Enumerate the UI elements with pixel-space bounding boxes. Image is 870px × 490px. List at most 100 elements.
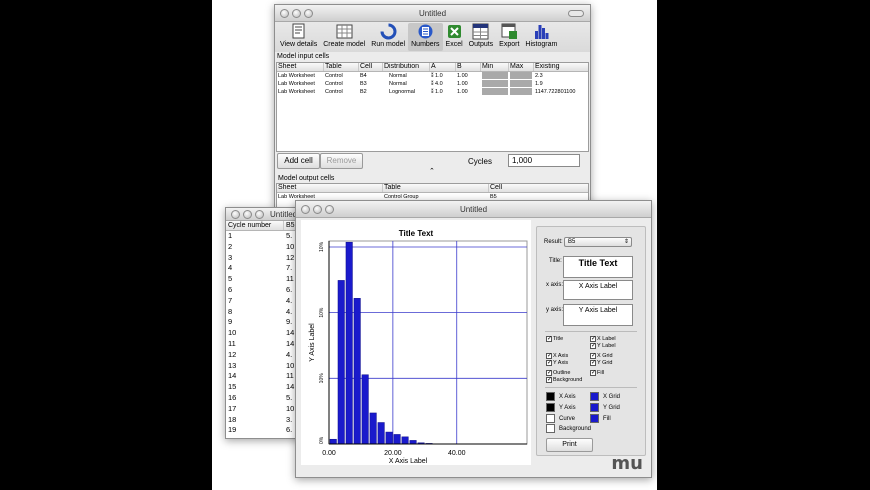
cell-distribution[interactable]: Normal <box>383 80 430 88</box>
ygrid-checkbox[interactable]: ✓ Y Grid <box>590 360 613 366</box>
numbers-button[interactable]: Numbers <box>408 23 443 51</box>
add-cell-button[interactable]: Add cell <box>277 153 320 169</box>
list-item[interactable]: 2 10 <box>226 242 304 253</box>
background-checkbox[interactable]: ✓ Background <box>546 377 582 383</box>
cell-a[interactable]: ⁑ 1.0 <box>430 88 456 96</box>
col-a[interactable]: A <box>430 63 456 71</box>
ylabel-checkbox[interactable]: ✓ Y Label <box>590 343 616 349</box>
col-min[interactable]: Min <box>481 63 509 71</box>
list-item[interactable]: 12 4. <box>226 350 304 361</box>
col-b[interactable]: B <box>456 63 481 71</box>
list-item[interactable]: 17 10 <box>226 404 304 415</box>
yaxis-color-row[interactable]: Y Axis <box>546 403 576 412</box>
export-button[interactable]: Export <box>496 23 522 51</box>
col-cycle-number[interactable]: Cycle number <box>226 221 284 230</box>
col-distribution[interactable]: Distribution <box>383 63 430 71</box>
xgrid-color-row[interactable]: X Grid <box>590 392 620 401</box>
print-button[interactable]: Print <box>546 438 593 452</box>
col-table[interactable]: Table <box>324 63 359 71</box>
fill-color-swatch[interactable] <box>590 414 599 423</box>
xaxis-color-row[interactable]: X Axis <box>546 392 576 401</box>
out-col-cell[interactable]: Cell <box>489 184 588 192</box>
excel-button[interactable]: Excel <box>443 23 466 51</box>
close-window-button[interactable] <box>231 210 240 219</box>
create-model-button[interactable]: Create model <box>320 23 368 51</box>
remove-button[interactable]: Remove <box>320 153 363 169</box>
result-select[interactable]: B5 ⇕ <box>564 237 632 247</box>
outputs-button[interactable]: Outputs <box>466 23 497 51</box>
xaxis-checkbox[interactable]: ✓ X Axis <box>546 353 568 359</box>
yaxis-field[interactable]: Y Axis Label <box>563 304 633 326</box>
input-cells-table[interactable]: Sheet Table Cell Distribution A B Min Ma… <box>276 62 589 152</box>
toolbar-toggle-button[interactable] <box>568 10 584 17</box>
col-sheet[interactable]: Sheet <box>277 63 324 71</box>
check-icon: ✓ <box>546 360 553 366</box>
curve-color-row[interactable]: Curve <box>546 414 575 423</box>
histogram-button[interactable]: Histogram <box>522 23 560 51</box>
table-row[interactable]: Lab Worksheet Control B2 Lognormal ⁑ 1.0… <box>277 88 588 96</box>
splitter-handle-icon[interactable]: ⌃ <box>429 167 435 175</box>
zoom-window-button[interactable] <box>255 210 264 219</box>
title-field[interactable]: Title Text <box>563 256 633 278</box>
list-item[interactable]: 8 4. <box>226 307 304 318</box>
cell-a[interactable]: ⁑ 1.0 <box>430 72 456 80</box>
out-col-sheet[interactable]: Sheet <box>277 184 383 192</box>
stepper-icon[interactable]: ⁑ <box>431 89 434 95</box>
list-item[interactable]: 16 5. <box>226 393 304 404</box>
cycle-window-titlebar[interactable]: Untitled <box>226 208 304 221</box>
col-existing[interactable]: Existing <box>534 63 588 71</box>
xgrid-color-swatch[interactable] <box>590 392 599 401</box>
list-item[interactable]: 9 9. <box>226 317 304 328</box>
histogram-bar <box>361 374 369 445</box>
table-row[interactable]: Lab Worksheet Control B3 Normal ⁑ 4.0 1.… <box>277 80 588 88</box>
cell-b[interactable]: 1.00 <box>456 72 481 80</box>
curve-color-swatch[interactable] <box>546 414 555 423</box>
list-item[interactable]: 7 4. <box>226 296 304 307</box>
list-item[interactable]: 19 6. <box>226 425 304 436</box>
fill-color-row[interactable]: Fill <box>590 414 611 423</box>
list-item[interactable]: 5 11 <box>226 274 304 285</box>
stepper-icon[interactable]: ⁑ <box>431 81 434 87</box>
list-item[interactable]: 18 3. <box>226 415 304 426</box>
title-checkbox[interactable]: ✓ Title <box>546 336 563 342</box>
view-details-button[interactable]: View details <box>277 23 320 51</box>
ygrid-color-swatch[interactable] <box>590 403 599 412</box>
list-item[interactable]: 14 11 <box>226 371 304 382</box>
list-item[interactable]: 10 14 <box>226 328 304 339</box>
list-item[interactable]: 1 5. <box>226 231 304 242</box>
col-max[interactable]: Max <box>509 63 534 71</box>
xaxis-color-swatch[interactable] <box>546 392 555 401</box>
list-item[interactable]: 15 14 <box>226 382 304 393</box>
xgrid-checkbox[interactable]: ✓ X Grid <box>590 353 613 359</box>
table-row[interactable]: Lab Worksheet Control B4 Normal ⁑ 1.0 1.… <box>277 72 588 80</box>
stepper-icon[interactable]: ⁑ <box>431 73 434 79</box>
cell-b[interactable]: 1.00 <box>456 80 481 88</box>
fill-checkbox[interactable]: ✓ Fill <box>590 370 604 376</box>
xaxis-field[interactable]: X Axis Label <box>563 280 633 300</box>
list-item[interactable]: 4 7. <box>226 263 304 274</box>
yaxis-checkbox[interactable]: ✓ Y Axis <box>546 360 568 366</box>
minimize-window-button[interactable] <box>243 210 252 219</box>
cell-b[interactable]: 1.00 <box>456 88 481 96</box>
model-window-titlebar[interactable]: Untitled <box>275 5 590 22</box>
list-item[interactable]: 13 10 <box>226 361 304 372</box>
list-item[interactable]: 6 6. <box>226 285 304 296</box>
histogram-window-titlebar[interactable]: Untitled <box>296 201 651 218</box>
cell-distribution[interactable]: Normal <box>383 72 430 80</box>
cycle-table-body[interactable]: 1 5. 2 10 3 12 4 7. 5 11 6 6. 7 4. 8 4. 9 9. 10 14 11 14 12 4. 1… <box>226 231 304 436</box>
cell-existing: 1147.722801100 <box>535 89 576 95</box>
col-cell[interactable]: Cell <box>359 63 383 71</box>
outline-checkbox[interactable]: ✓ Outline <box>546 370 570 376</box>
cell-a[interactable]: ⁑ 4.0 <box>430 80 456 88</box>
cycles-input[interactable]: 1,000 <box>508 154 580 167</box>
out-col-table[interactable]: Table <box>383 184 489 192</box>
yaxis-color-swatch[interactable] <box>546 403 555 412</box>
background-color-swatch[interactable] <box>546 424 555 433</box>
list-item[interactable]: 3 12 <box>226 253 304 264</box>
xlabel-checkbox[interactable]: ✓ X Label <box>590 336 616 342</box>
list-item[interactable]: 11 14 <box>226 339 304 350</box>
ygrid-color-row[interactable]: Y Grid <box>590 403 620 412</box>
background-color-row[interactable]: Background <box>546 424 591 433</box>
cell-distribution[interactable]: Lognormal <box>383 88 430 96</box>
run-model-button[interactable]: Run model <box>368 23 408 51</box>
